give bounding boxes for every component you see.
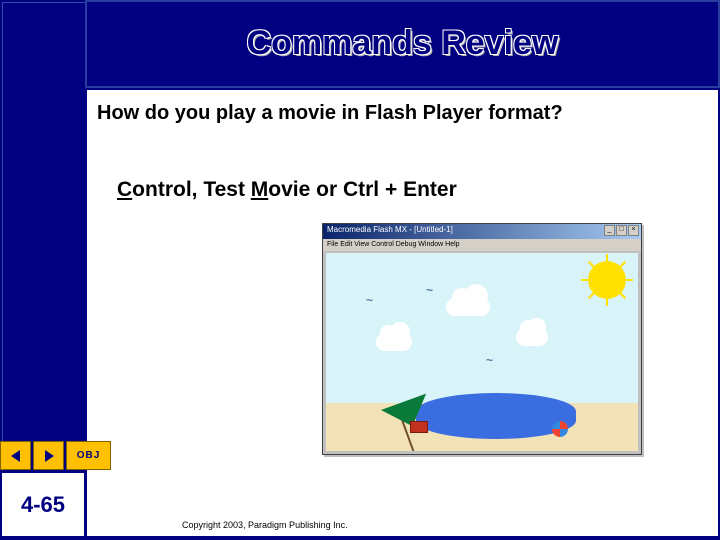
window-menubar[interactable]: File Edit View Control Debug Window Help (323, 239, 641, 251)
copyright-text: Copyright 2003, Paradigm Publishing Inc. (182, 520, 348, 530)
nav-strip: OBJ (0, 441, 114, 472)
slide-number-box: 4-65 (0, 471, 86, 538)
beachball-icon (552, 421, 568, 437)
next-button[interactable] (33, 441, 64, 470)
content-panel: How do you play a movie in Flash Player … (85, 88, 720, 538)
flash-player-window: Macromedia Flash MX - [Untitled-1] _ □ ×… (322, 223, 642, 455)
obj-label: OBJ (77, 450, 101, 461)
triangle-right-icon (42, 449, 56, 463)
answer-part-2: ovie or Ctrl + Enter (268, 178, 456, 201)
minimize-button[interactable]: _ (604, 225, 615, 236)
header-panel: Commands Review (85, 0, 720, 88)
obj-button[interactable]: OBJ (66, 441, 111, 470)
sun-icon (590, 263, 624, 297)
bird-icon: ~ (426, 283, 442, 290)
window-titlebar: Macromedia Flash MX - [Untitled-1] _ □ × (323, 224, 641, 239)
answer-part-1: ontrol, Test (132, 178, 251, 201)
question-text: How do you play a movie in Flash Player … (97, 102, 563, 125)
slide-title: Commands Review (87, 24, 718, 63)
flash-stage: ~ ~ ~ (326, 253, 638, 451)
answer-text: Control, Test Movie or Ctrl + Enter (117, 178, 457, 202)
window-title: Macromedia Flash MX - [Untitled-1] (327, 225, 453, 234)
prev-button[interactable] (0, 441, 31, 470)
slide-number: 4-65 (21, 492, 65, 518)
close-button[interactable]: × (628, 225, 639, 236)
bird-icon: ~ (366, 293, 382, 300)
bird-icon: ~ (486, 353, 502, 360)
answer-hotkey-m: M (251, 178, 269, 201)
maximize-button[interactable]: □ (616, 225, 627, 236)
triangle-left-icon (9, 449, 23, 463)
window-controls: _ □ × (604, 225, 639, 236)
chair-icon (410, 421, 428, 433)
answer-hotkey-c: C (117, 178, 132, 201)
